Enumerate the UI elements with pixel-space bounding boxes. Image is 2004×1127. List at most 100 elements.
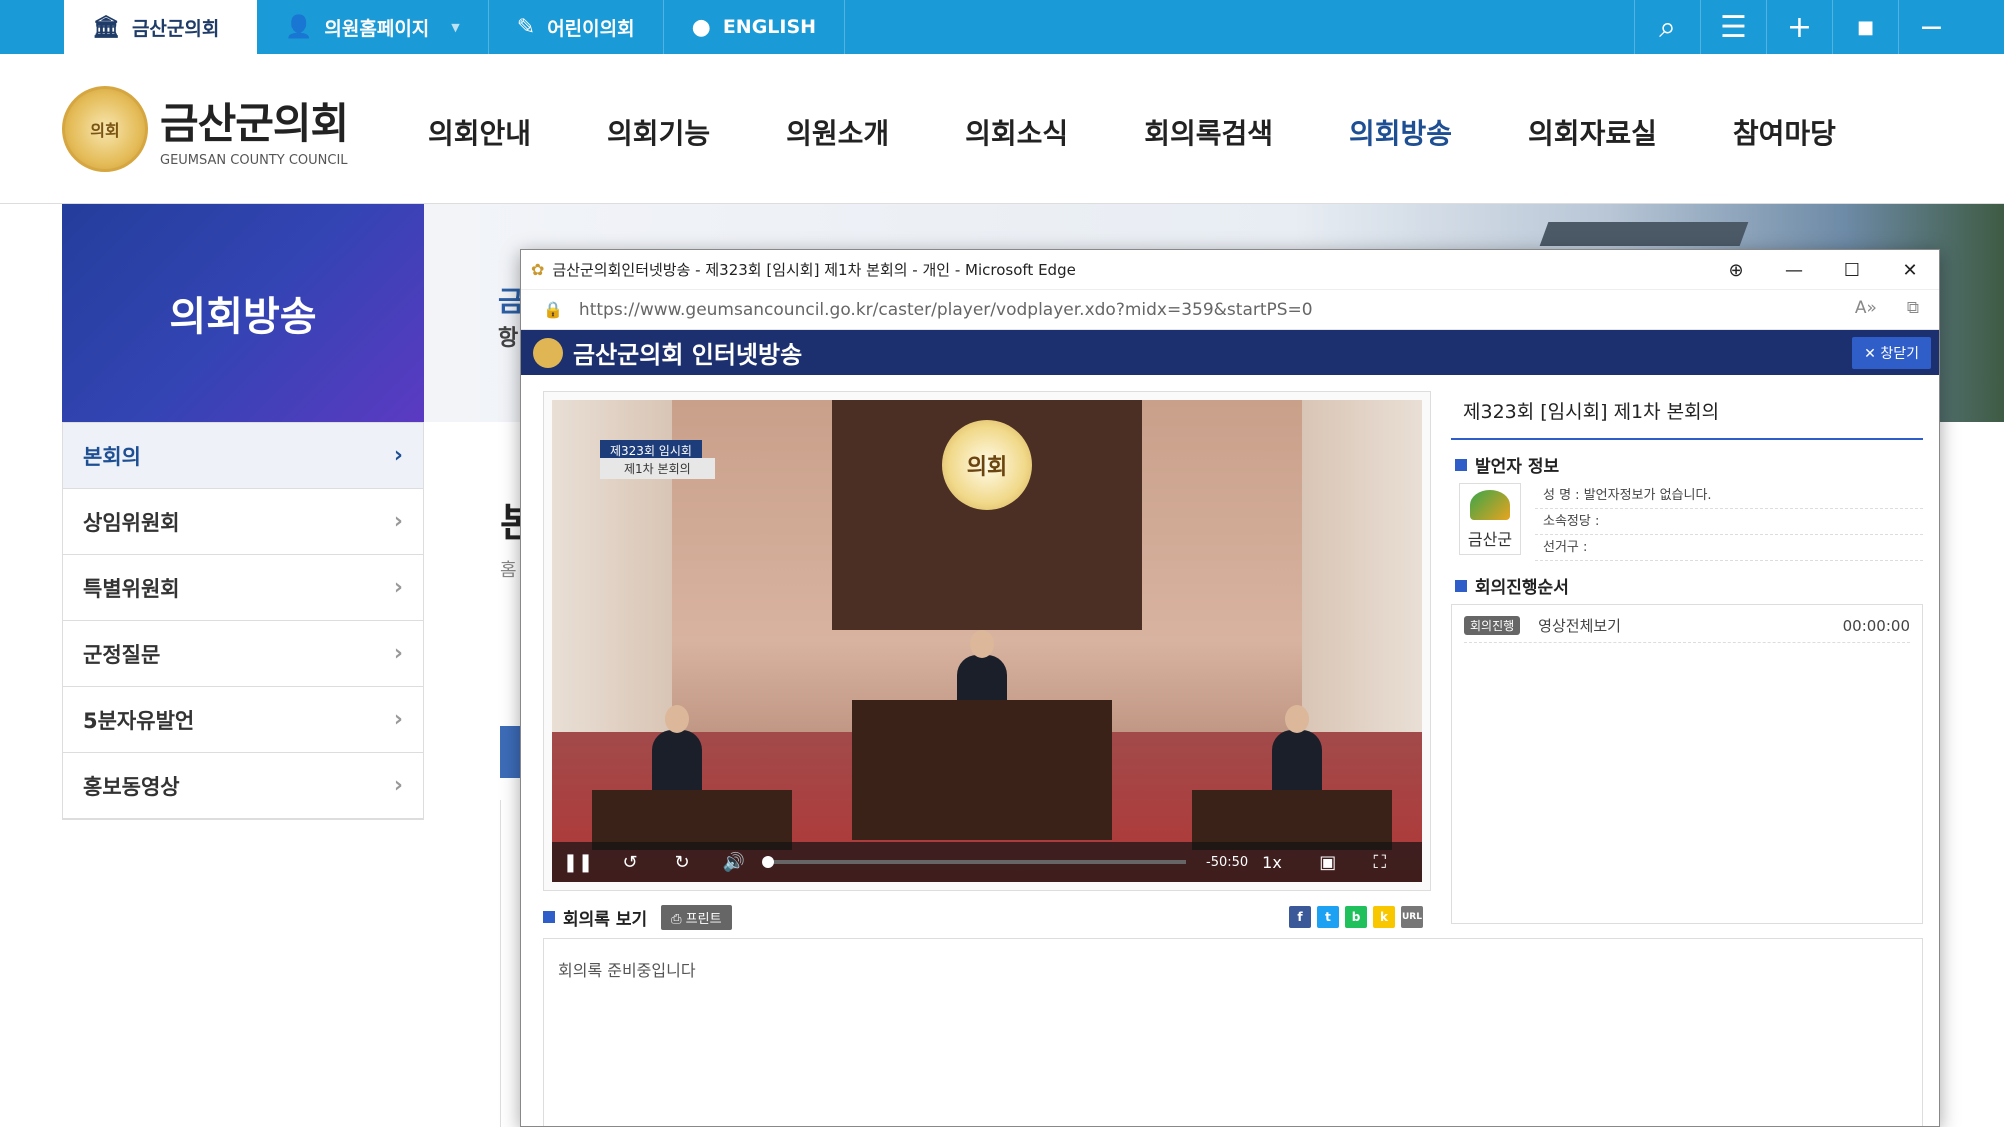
logo-name: 금산군의회 (160, 99, 349, 148)
sidebar-title: 의회방송 (62, 204, 424, 422)
maximize-button[interactable]: ☐ (1823, 250, 1881, 290)
agenda-list: 회의진행 영상전체보기 00:00:00 (1451, 604, 1923, 924)
sidebar-item-special-committee[interactable]: 특별위원회 › (63, 555, 423, 621)
rewind-icon[interactable]: ↺ (604, 852, 656, 873)
player-title: 금산군의회 인터넷방송 (573, 341, 803, 369)
top-left-spacer (0, 0, 64, 54)
pause-icon[interactable]: ❚❚ (552, 852, 604, 873)
address-bar[interactable]: 🔒 https://www.geumsancouncil.go.kr/caste… (521, 290, 1939, 330)
top-utility-bar: 🏛 금산군의회 👤 의원홈페이지 ▼ ✎ 어린이의회 ● ENGLISH ⌕ ☰… (0, 0, 2004, 54)
person-icon: 👤 (285, 14, 313, 40)
speaker-logo: 금산군 (1459, 483, 1521, 555)
fullscreen-icon[interactable]: ⛶ (1354, 852, 1406, 873)
video-person-head (665, 705, 689, 733)
nav-item-minutes-search[interactable]: 회의록검색 (1144, 112, 1273, 152)
sidebar-item-five-minute-speech[interactable]: 5분자유발언 › (63, 687, 423, 753)
chevron-right-icon: › (393, 773, 403, 798)
video-scene-desk-center (852, 700, 1112, 840)
chevron-right-icon: › (393, 575, 403, 600)
banner-building (1539, 222, 1749, 246)
close-button[interactable]: ✕ (1881, 250, 1939, 290)
meeting-info-panel: 제323회 [임시회] 제1차 본회의 발언자 정보 금산군 성 명 : 발언자… (1451, 391, 1923, 924)
nav-item-council-guide[interactable]: 의회안내 (428, 112, 531, 152)
kakao-share-icon[interactable]: k (1373, 906, 1395, 928)
site-favicon-icon: ✿ (531, 260, 545, 279)
tab-member-homepage[interactable]: 👤 의원홈페이지 ▼ (257, 0, 489, 54)
section-bullet-icon (543, 911, 555, 923)
share-buttons: f t b k URL (1289, 906, 1423, 928)
agenda-section-title: 회의진행순서 (1455, 573, 1923, 598)
plus-icon[interactable]: + (1766, 0, 1832, 54)
nav-item-members[interactable]: 의원소개 (786, 112, 889, 152)
video-box: 의회 제323회 임시회 제1차 본회의 ❚❚ ↺ ↻ 🔊 -50:50 1x … (543, 391, 1431, 891)
speaker-district-field: 선거구 : (1535, 535, 1923, 561)
behind-breadcrumb: 홈 (500, 560, 517, 581)
nav-item-participation[interactable]: 참여마당 (1733, 112, 1836, 152)
sidebar-item-label: 본회의 (83, 444, 141, 469)
playback-speed[interactable]: 1x (1262, 853, 1282, 872)
minutes-content: 회의록 준비중입니다 (543, 938, 1923, 1126)
agenda-section-label: 회의진행순서 (1475, 578, 1569, 598)
forward-icon[interactable]: ↻ (656, 852, 708, 873)
nav-item-news[interactable]: 의회소식 (965, 112, 1068, 152)
download-icon[interactable]: ⊕ (1707, 250, 1765, 290)
section-bullet-icon (1455, 458, 1467, 471)
band-share-icon[interactable]: b (1345, 906, 1367, 928)
sidebar-menu: 본회의 › 상임위원회 › 특별위원회 › 군정질문 › 5분자유발언 › 홍보… (62, 422, 424, 820)
menu-icon[interactable]: ☰ (1700, 0, 1766, 54)
video-player[interactable]: 의회 제323회 임시회 제1차 본회의 ❚❚ ↺ ↻ 🔊 -50:50 1x … (552, 400, 1422, 882)
tab-council-home[interactable]: 🏛 금산군의회 (64, 0, 257, 54)
print-button[interactable]: ⎙ 프린트 (661, 904, 732, 930)
nav-item-archive[interactable]: 의회자료실 (1528, 112, 1657, 152)
section-bullet-icon (1455, 579, 1467, 592)
speaker-fields: 성 명 : 발언자정보가 없습니다. 소속정당 : 선거구 : (1535, 483, 1923, 561)
sidebar-item-label: 5분자유발언 (83, 708, 195, 733)
progress-handle[interactable] (762, 856, 774, 868)
url-share-icon[interactable]: URL (1401, 906, 1423, 928)
tab-label: 의원홈페이지 (324, 17, 430, 40)
sidebar-item-promo-video[interactable]: 홍보동영상 › (63, 753, 423, 819)
player-body: 의회 제323회 임시회 제1차 본회의 ❚❚ ↺ ↻ 🔊 -50:50 1x … (521, 375, 1939, 1126)
building-icon: 🏛 (92, 14, 120, 40)
minutes-text: 회의록 준비중입니다 (558, 961, 696, 980)
chevron-right-icon: › (393, 509, 403, 534)
site-logo[interactable]: 의회 금산군의회 GEUMSAN COUNTY COUNCIL (62, 86, 349, 172)
minus-icon[interactable]: − (1898, 0, 1964, 54)
globe-icon: ● (691, 14, 711, 40)
video-seal: 의회 (942, 420, 1032, 510)
sidebar-item-label: 상임위원회 (83, 510, 180, 535)
video-scene-desk-right (1192, 790, 1392, 850)
agenda-item[interactable]: 회의진행 영상전체보기 00:00:00 (1464, 615, 1910, 643)
agenda-label: 영상전체보기 (1538, 617, 1621, 635)
sidebar-item-questions[interactable]: 군정질문 › (63, 621, 423, 687)
facebook-share-icon[interactable]: f (1289, 906, 1311, 928)
sidebar-item-standing-committee[interactable]: 상임위원회 › (63, 489, 423, 555)
video-scene-desk-left (592, 790, 792, 850)
player-header: 금산군의회 인터넷방송 ✕ 창닫기 (521, 330, 1939, 375)
volume-icon[interactable]: 🔊 (708, 852, 760, 873)
tab-english[interactable]: ● ENGLISH (664, 0, 846, 54)
read-aloud-icon[interactable]: A» (1855, 298, 1877, 318)
url-text[interactable]: https://www.geumsancouncil.go.kr/caster/… (579, 300, 1313, 320)
video-person-head (970, 630, 994, 658)
video-controls: ❚❚ ↺ ↻ 🔊 -50:50 1x ▣ ⛶ (552, 842, 1422, 882)
nav-item-council-function[interactable]: 의회기능 (607, 112, 710, 152)
agenda-time: 00:00:00 (1842, 616, 1910, 635)
council-seal-icon: 의회 (62, 86, 148, 172)
nav-item-broadcast[interactable]: 의회방송 (1349, 112, 1452, 152)
twitter-share-icon[interactable]: t (1317, 906, 1339, 928)
progress-bar[interactable] (762, 856, 1186, 868)
square-icon[interactable]: ■ (1832, 0, 1898, 54)
logo-subtitle: GEUMSAN COUNTY COUNCIL (160, 153, 348, 168)
search-icon[interactable]: ⌕ (1634, 0, 1700, 54)
sidebar-item-plenary[interactable]: 본회의 › (63, 423, 423, 489)
close-window-button[interactable]: ✕ 창닫기 (1852, 337, 1931, 369)
app-available-icon[interactable]: ⧉ (1907, 298, 1919, 318)
remaining-time: -50:50 (1206, 854, 1249, 870)
minimize-button[interactable]: — (1765, 250, 1823, 290)
edge-popup-window: ✿ 금산군의회인터넷방송 - 제323회 [임시회] 제1차 본회의 - 개인 … (520, 249, 1940, 1127)
tab-label: 금산군의회 (131, 17, 220, 40)
tab-kids-council[interactable]: ✎ 어린이의회 (489, 0, 664, 54)
pip-icon[interactable]: ▣ (1302, 852, 1354, 873)
speaker-party-field: 소속정당 : (1535, 509, 1923, 535)
